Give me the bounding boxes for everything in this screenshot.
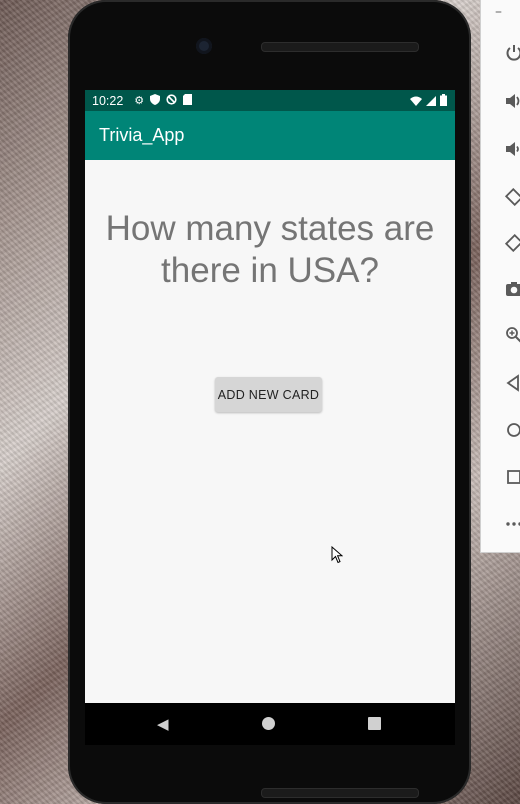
back-icon[interactable]: ◀ [157,715,169,733]
power-icon[interactable] [505,44,520,64]
minimize-button[interactable]: – [495,4,502,20]
battery-icon [440,94,447,109]
volume-up-icon[interactable] [505,92,520,112]
recents-icon[interactable] [368,717,381,730]
app-title: Trivia_App [99,125,185,145]
rotate-right-icon[interactable] [504,233,520,254]
home-icon[interactable] [262,717,275,730]
camera-icon[interactable] [505,280,520,300]
volume-down-icon[interactable] [505,140,520,160]
shield-icon [150,94,161,107]
rotate-left-icon[interactable] [504,187,520,208]
bottom-speaker [261,788,419,798]
status-bar: 10:22 ⚙ [85,90,455,111]
signal-icon [426,95,436,109]
front-camera [196,38,212,54]
nav-bar: ◀ [85,703,455,745]
device-screen: 10:22 ⚙ Trivia_App How many states are t… [85,90,455,703]
add-new-card-button[interactable]: ADD NEW CARD [215,377,322,412]
home-icon[interactable] [505,421,520,441]
sd-card-icon [183,94,193,107]
status-time: 10:22 [92,93,124,108]
overview-icon[interactable] [505,468,520,488]
top-speaker [261,42,419,52]
emulator-toolbar: – [480,0,520,553]
wifi-icon [410,95,422,109]
question-text: How many states are there in USA? [105,209,435,290]
back-icon[interactable] [505,374,520,394]
app-bar: Trivia_App [85,111,455,160]
more-icon[interactable] [505,515,520,535]
zoom-icon[interactable] [505,326,520,346]
no-sign-icon [166,94,177,107]
mouse-cursor-icon [331,546,343,564]
gear-icon: ⚙ [134,94,145,107]
